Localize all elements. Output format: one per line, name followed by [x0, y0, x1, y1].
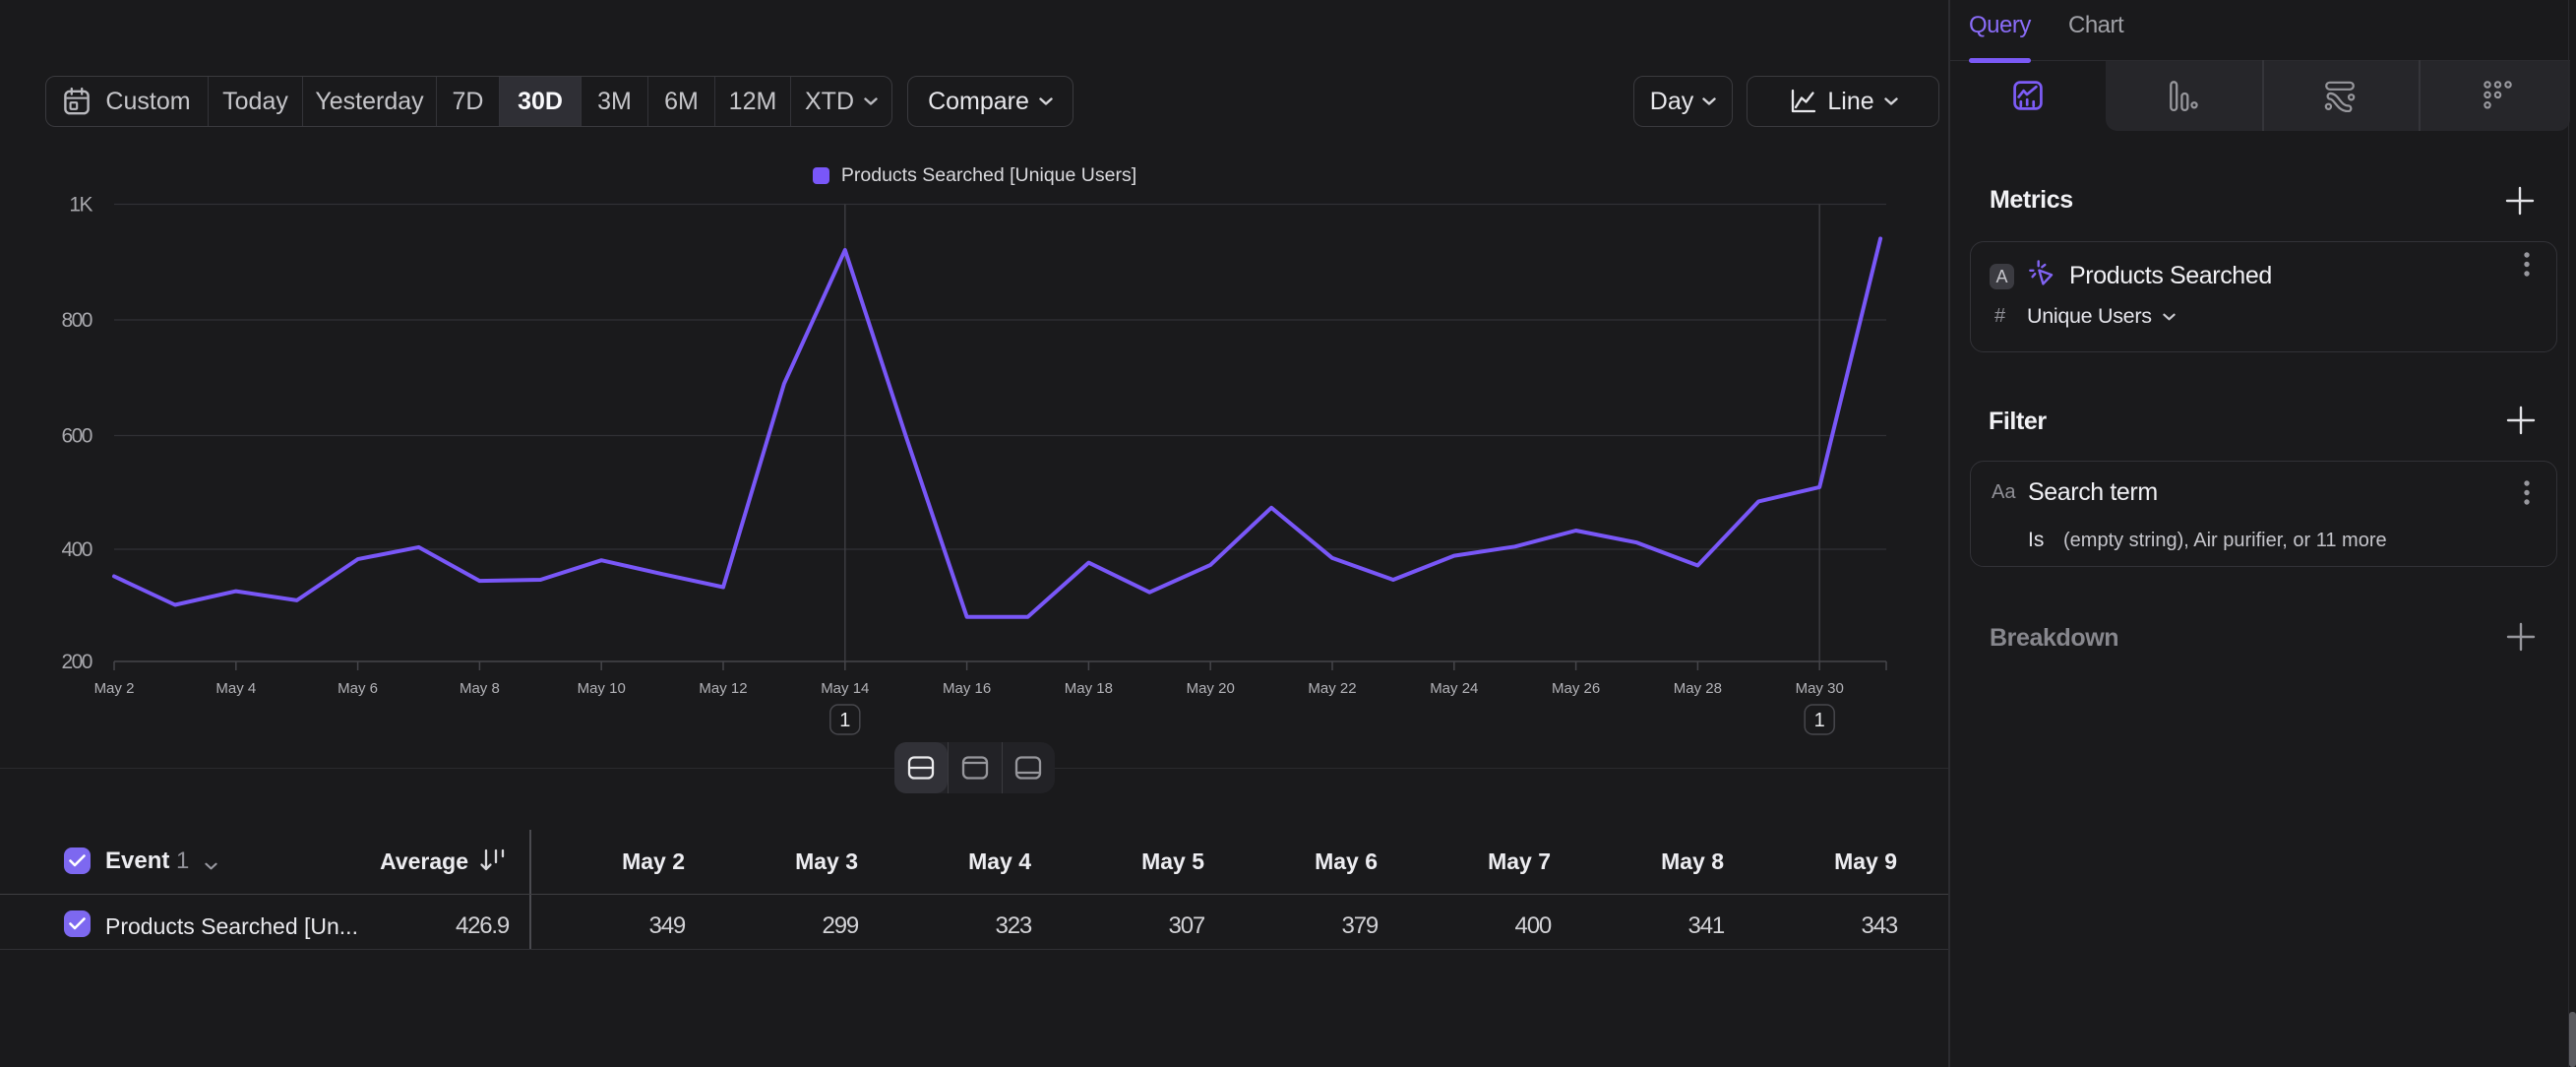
svg-text:May 14: May 14 — [821, 680, 869, 697]
svg-text:May 22: May 22 — [1308, 680, 1356, 697]
svg-text:200: 200 — [61, 651, 92, 673]
svg-text:May 20: May 20 — [1187, 680, 1235, 697]
svg-text:May 26: May 26 — [1552, 680, 1600, 697]
svg-text:600: 600 — [61, 425, 92, 448]
svg-text:May 6: May 6 — [337, 680, 378, 697]
svg-text:400: 400 — [61, 538, 92, 561]
svg-text:May 8: May 8 — [460, 680, 500, 697]
svg-text:May 2: May 2 — [94, 680, 135, 697]
svg-text:May 16: May 16 — [943, 680, 991, 697]
svg-text:May 4: May 4 — [215, 680, 256, 697]
svg-text:May 10: May 10 — [578, 680, 626, 697]
svg-text:May 24: May 24 — [1430, 680, 1478, 697]
svg-text:1: 1 — [1814, 710, 1825, 731]
svg-text:May 12: May 12 — [699, 680, 747, 697]
svg-text:1: 1 — [839, 710, 850, 731]
svg-text:May 30: May 30 — [1796, 680, 1844, 697]
svg-text:1K: 1K — [69, 194, 92, 217]
svg-text:800: 800 — [61, 309, 92, 332]
svg-text:May 28: May 28 — [1674, 680, 1722, 697]
svg-text:May 18: May 18 — [1065, 680, 1113, 697]
